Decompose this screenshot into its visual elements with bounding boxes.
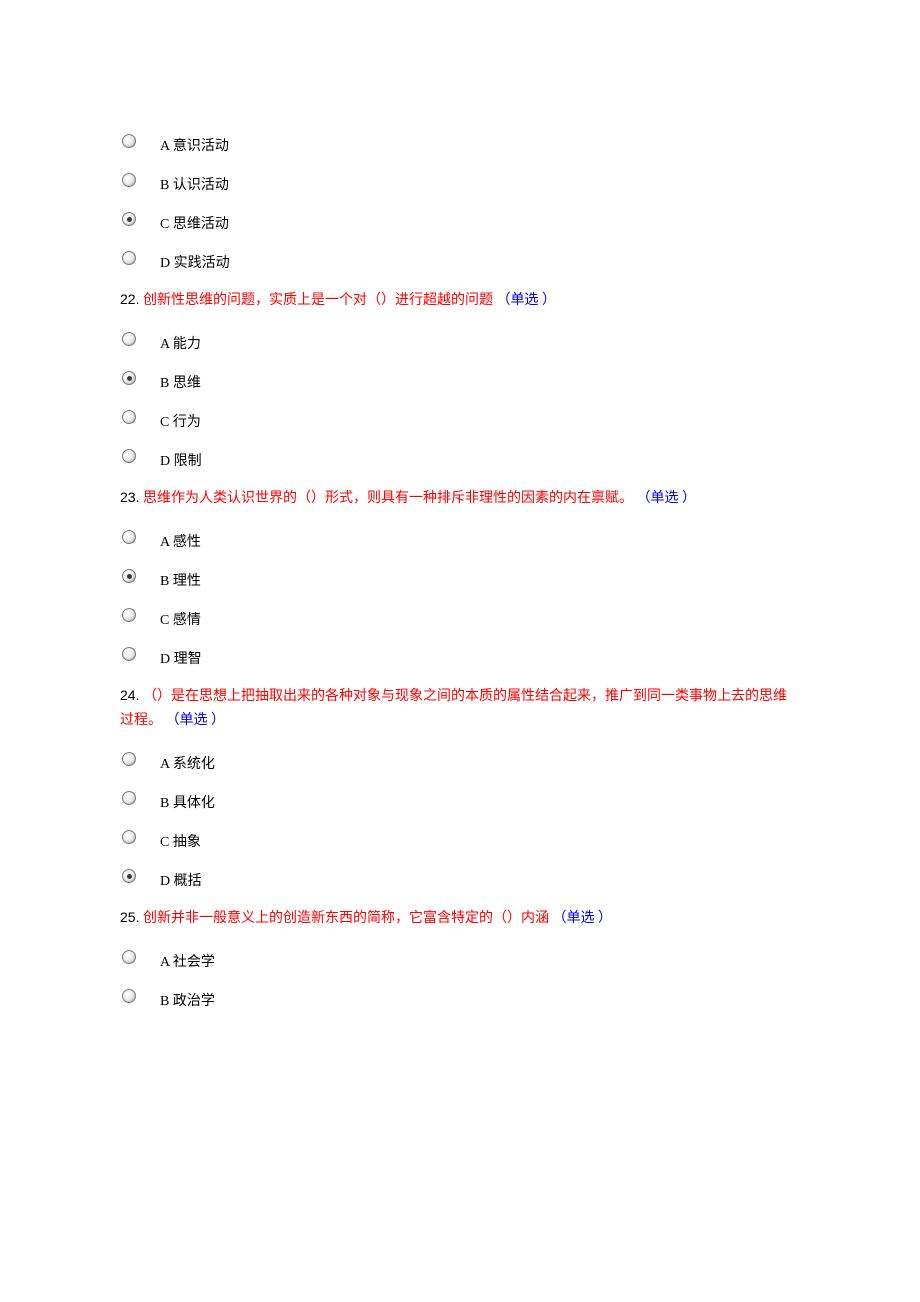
option-row: D 限制 [120, 443, 800, 469]
radio-icon [122, 752, 136, 766]
question-hint: （单选 ） [552, 911, 612, 926]
question-number: 23. [120, 489, 139, 505]
radio-wrap[interactable] [120, 134, 138, 148]
option-label: D 限制 [160, 450, 202, 470]
option-row: D 概括 [120, 863, 800, 889]
option-label: B 具体化 [160, 792, 215, 812]
option-label: D 概括 [160, 870, 202, 890]
radio-wrap[interactable] [120, 212, 138, 226]
radio-wrap[interactable] [120, 251, 138, 265]
radio-icon [122, 134, 136, 148]
radio-wrap[interactable] [120, 989, 138, 1003]
option-row: A 社会学 [120, 944, 800, 970]
option-label: A 系统化 [160, 753, 215, 773]
radio-icon [122, 869, 136, 883]
radio-wrap[interactable] [120, 173, 138, 187]
option-row: C 感情 [120, 602, 800, 628]
radio-wrap[interactable] [120, 569, 138, 583]
radio-icon [122, 173, 136, 187]
option-label: B 理性 [160, 570, 201, 590]
option-row: A 感性 [120, 524, 800, 550]
radio-icon [122, 608, 136, 622]
radio-wrap[interactable] [120, 950, 138, 964]
radio-icon [122, 251, 136, 265]
radio-wrap[interactable] [120, 332, 138, 346]
radio-wrap[interactable] [120, 830, 138, 844]
option-row: A 能力 [120, 326, 800, 352]
radio-wrap[interactable] [120, 608, 138, 622]
option-row: C 思维活动 [120, 206, 800, 232]
option-row: B 政治学 [120, 983, 800, 1009]
question-text: 思维作为人类认识世界的（）形式，则具有一种排斥非理性的因素的内在禀赋。 [143, 491, 633, 506]
option-row: B 具体化 [120, 785, 800, 811]
radio-wrap[interactable] [120, 410, 138, 424]
question-22: 22. 创新性思维的问题，实质上是一个对（）进行超越的问题 （单选 ） [120, 287, 800, 313]
radio-icon [122, 950, 136, 964]
radio-icon [122, 410, 136, 424]
option-label: C 思维活动 [160, 213, 229, 233]
radio-icon [122, 371, 136, 385]
radio-wrap[interactable] [120, 791, 138, 805]
radio-icon [122, 830, 136, 844]
option-label: B 思维 [160, 372, 201, 392]
option-label: C 感情 [160, 609, 201, 629]
option-row: D 实践活动 [120, 245, 800, 271]
radio-icon [122, 647, 136, 661]
option-row: D 理智 [120, 641, 800, 667]
radio-icon [122, 989, 136, 1003]
option-row: B 认识活动 [120, 167, 800, 193]
option-label: A 社会学 [160, 951, 215, 971]
option-row: C 行为 [120, 404, 800, 430]
radio-icon [122, 530, 136, 544]
option-label: C 行为 [160, 411, 201, 431]
question-hint: （单选 ） [636, 491, 696, 506]
question-text: 创新性思维的问题，实质上是一个对（）进行超越的问题 [143, 293, 493, 308]
option-label: C 抽象 [160, 831, 201, 851]
quiz-page: A 意识活动 B 认识活动 C 思维活动 D 实践活动 22. 创新性思维的问题… [0, 0, 920, 1082]
option-label: B 政治学 [160, 990, 215, 1010]
question-number: 22. [120, 291, 139, 307]
option-row: C 抽象 [120, 824, 800, 850]
option-row: B 思维 [120, 365, 800, 391]
question-hint: （单选 ） [166, 713, 226, 728]
question-24: 24. （）是在思想上把抽取出来的各种对象与现象之间的本质的属性结合起来，推广到… [120, 683, 800, 733]
radio-wrap[interactable] [120, 449, 138, 463]
option-label: D 实践活动 [160, 252, 230, 272]
radio-icon [122, 212, 136, 226]
question-23: 23. 思维作为人类认识世界的（）形式，则具有一种排斥非理性的因素的内在禀赋。 … [120, 485, 800, 511]
radio-icon [122, 332, 136, 346]
question-number: 24. [120, 687, 139, 703]
option-label: A 能力 [160, 333, 201, 353]
radio-wrap[interactable] [120, 647, 138, 661]
option-row: A 意识活动 [120, 128, 800, 154]
radio-wrap[interactable] [120, 371, 138, 385]
option-label: A 感性 [160, 531, 201, 551]
radio-wrap[interactable] [120, 530, 138, 544]
question-number: 25. [120, 909, 139, 925]
question-text: 创新并非一般意义上的创造新东西的简称，它富含特定的（）内涵 [143, 911, 549, 926]
radio-wrap[interactable] [120, 752, 138, 766]
option-row: A 系统化 [120, 746, 800, 772]
option-label: D 理智 [160, 648, 202, 668]
radio-wrap[interactable] [120, 869, 138, 883]
question-25: 25. 创新并非一般意义上的创造新东西的简称，它富含特定的（）内涵 （单选 ） [120, 905, 800, 931]
option-label: B 认识活动 [160, 174, 229, 194]
option-label: A 意识活动 [160, 135, 229, 155]
radio-icon [122, 791, 136, 805]
radio-icon [122, 449, 136, 463]
option-row: B 理性 [120, 563, 800, 589]
radio-icon [122, 569, 136, 583]
question-hint: （单选 ） [496, 293, 556, 308]
